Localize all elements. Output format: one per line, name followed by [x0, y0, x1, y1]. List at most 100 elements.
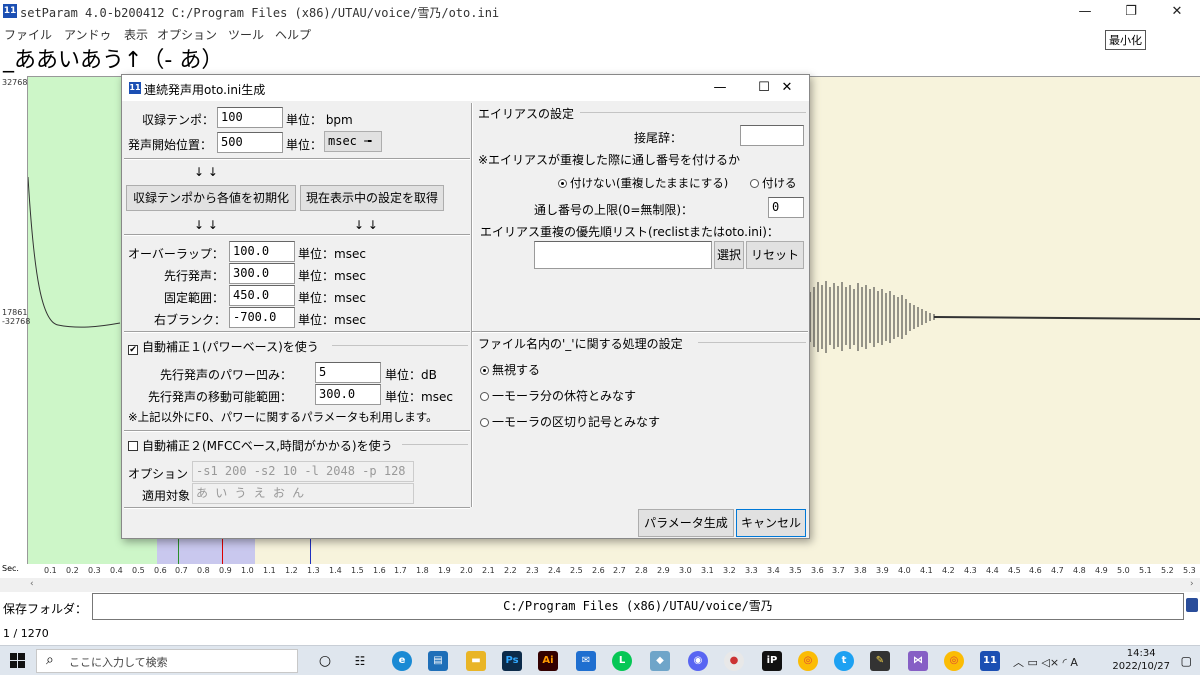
limit-input[interactable]: 0: [768, 197, 804, 218]
dialog-close-icon[interactable]: ✕: [765, 75, 809, 101]
setparam-taskbar-icon[interactable]: 11: [980, 651, 1000, 671]
edge-icon[interactable]: e: [392, 651, 412, 671]
priority-input[interactable]: [534, 241, 712, 269]
tick-label: 0.2: [66, 566, 79, 575]
time-ruler: 0.1 0.2 0.3 0.4 0.5 0.6 0.7 0.8 0.9 1.0 1.1 1.2 1.3 1…: [28, 564, 1200, 578]
limit-label: 通し番号の上限(0=無制限)：: [534, 203, 694, 217]
minimize-button[interactable]: —: [1062, 0, 1108, 24]
menu-help[interactable]: ヘルプ: [275, 26, 311, 43]
tick-label: 4.3: [964, 566, 977, 575]
twitter-icon[interactable]: t: [834, 651, 854, 671]
blank-unit: 単位：msec: [298, 313, 366, 327]
minimize-tooltip: 最小化: [1105, 30, 1146, 50]
dialog-minimize-icon[interactable]: —: [698, 75, 742, 101]
target-label: 適用対象: [142, 489, 191, 503]
save-folder-field[interactable]: C:/Program Files (x86)/UTAU/voice/雪乃: [92, 593, 1184, 620]
menu-tools[interactable]: ツール: [228, 26, 264, 43]
suffix-input[interactable]: [740, 125, 804, 146]
dup-yes-radio[interactable]: 付ける: [750, 175, 797, 191]
preutter-input[interactable]: 300.0: [229, 263, 295, 284]
tick-label: 2.0: [460, 566, 473, 575]
dropdown-icon: ╼: [364, 134, 372, 148]
taskbar-clock[interactable]: 14:34 2022/10/27: [1112, 647, 1170, 673]
menu-view[interactable]: 表示: [124, 26, 148, 43]
chrome-icon[interactable]: ◎: [798, 651, 818, 671]
store-icon[interactable]: ▤: [428, 651, 448, 671]
line-icon[interactable]: L: [612, 651, 632, 671]
tick-label: 2.4: [548, 566, 561, 575]
chrome-alt-icon[interactable]: ◎: [944, 651, 964, 671]
move-label: 先行発声の移動可能範囲：: [148, 390, 293, 404]
notes-icon[interactable]: ✎: [870, 651, 890, 671]
illustrator-icon[interactable]: Ai: [538, 651, 558, 671]
axis-mid-bottom-label: -32768: [2, 317, 31, 326]
tick-label: 3.4: [767, 566, 780, 575]
tick-label: 0.1: [44, 566, 57, 575]
blank-label: 右ブランク：: [154, 313, 227, 327]
explorer-icon[interactable]: ▬: [466, 651, 486, 671]
tempo-label: 収録テンポ：: [142, 113, 215, 127]
tick-label: 0.6: [154, 566, 167, 575]
tick-label: 0.7: [175, 566, 188, 575]
menu-file[interactable]: ファイル: [4, 26, 52, 43]
overlap-input[interactable]: 100.0: [229, 241, 295, 262]
taskbar-search[interactable]: ⌕ ここに入力して検索: [36, 649, 298, 673]
clip-studio-icon[interactable]: iP: [762, 651, 782, 671]
menu-undo[interactable]: アンドゥ: [64, 26, 112, 43]
close-button[interactable]: ✕: [1154, 0, 1200, 24]
overlap-unit: 単位：msec: [298, 247, 366, 261]
option-input[interactable]: -s1 200 -s2 10 -l 2048 -p 128 -m 2: [192, 461, 414, 482]
tick-label: 1.3: [307, 566, 320, 575]
dialog-title: 連続発声用oto.ini生成: [144, 83, 266, 97]
blank-input[interactable]: -700.0: [229, 307, 295, 328]
tick-label: 3.2: [723, 566, 736, 575]
menu-options[interactable]: オプション: [157, 26, 217, 43]
target-input[interactable]: あ い う え お ん: [192, 483, 414, 504]
chevron-up-icon[interactable]: ︿: [1013, 656, 1024, 669]
cortana-icon[interactable]: ○: [315, 651, 335, 671]
start-input[interactable]: 500: [217, 132, 283, 153]
start-unit: 単位：: [286, 138, 323, 152]
notification-icon[interactable]: ▢: [1181, 654, 1192, 668]
arrows-3: ↓ ↓: [354, 218, 378, 232]
tick-label: 3.1: [701, 566, 714, 575]
windows-start-icon[interactable]: [10, 653, 26, 669]
us-ignore-radio[interactable]: 無視する: [480, 361, 540, 378]
volume-icon[interactable]: ◁×: [1041, 656, 1059, 669]
init-from-tempo-button[interactable]: 収録テンポから各値を初期化: [126, 185, 296, 211]
tick-label: 5.3: [1183, 566, 1196, 575]
task-view-icon[interactable]: ☷: [350, 651, 370, 671]
us-rest-radio[interactable]: 一モーラ分の休符とみなす: [480, 387, 636, 404]
reset-button[interactable]: リセット: [746, 241, 804, 269]
photoshop-icon[interactable]: Ps: [502, 651, 522, 671]
browser-icon[interactable]: ●: [724, 651, 744, 671]
discord-icon[interactable]: ◉: [688, 651, 708, 671]
system-tray[interactable]: ︿ ▭ ◁× ◜ A: [1013, 654, 1078, 670]
folder-icon[interactable]: [1186, 598, 1198, 612]
start-unit-select[interactable]: msec ╼: [324, 131, 382, 152]
horizontal-scrollbar[interactable]: ‹ ›: [0, 578, 1200, 592]
battery-icon[interactable]: ▭: [1028, 656, 1038, 669]
tick-label: 3.3: [745, 566, 758, 575]
fixed-input[interactable]: 450.0: [229, 285, 295, 306]
restore-button[interactable]: ❐: [1108, 0, 1154, 24]
tick-label: 2.7: [613, 566, 626, 575]
generate-button[interactable]: パラメータ生成: [638, 509, 734, 537]
get-current-settings-button[interactable]: 現在表示中の設定を取得: [300, 185, 444, 211]
tick-label: 5.1: [1139, 566, 1152, 575]
axis-mid-top-label: 17861: [2, 308, 28, 317]
select-button[interactable]: 選択: [714, 241, 744, 269]
visual-studio-icon[interactable]: ⋈: [908, 651, 928, 671]
auto1-checkbox[interactable]: ✔ 自動補正１(パワーベース)を使う: [128, 338, 319, 355]
cancel-button[interactable]: キャンセル: [736, 509, 806, 537]
ime-indicator[interactable]: A: [1070, 656, 1078, 669]
tempo-input[interactable]: 100: [217, 107, 283, 128]
mail-icon[interactable]: ✉: [576, 651, 596, 671]
dup-no-radio[interactable]: 付けない(重複したままにする): [558, 175, 728, 191]
power-input[interactable]: 5: [315, 362, 381, 383]
auto2-checkbox[interactable]: 自動補正２(MFCCベース,時間がかかる)を使う: [128, 437, 393, 454]
wifi-icon[interactable]: ◜: [1063, 656, 1067, 669]
us-separator-radio[interactable]: 一モーラの区切り記号とみなす: [480, 413, 660, 430]
app-icon-generic[interactable]: ◆: [650, 651, 670, 671]
move-input[interactable]: 300.0: [315, 384, 381, 405]
